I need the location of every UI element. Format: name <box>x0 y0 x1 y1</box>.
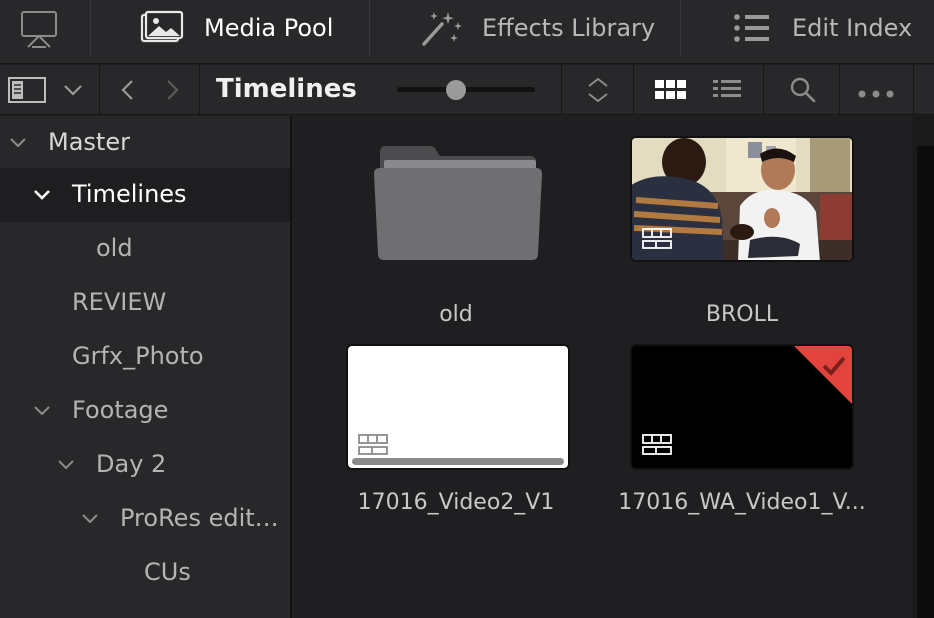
sidebar-item-label: Footage <box>72 396 169 424</box>
back-arrow-icon[interactable] <box>118 78 138 102</box>
clip-caption: BROLL <box>705 302 779 327</box>
search-icon <box>789 76 817 104</box>
clip-thumbnail[interactable] <box>630 344 854 470</box>
sidebar-item-footage[interactable]: Footage <box>0 384 290 438</box>
sidebar-item-label: Grfx_Photo <box>72 342 204 370</box>
chevron-down-icon[interactable] <box>30 183 54 207</box>
tab-label: Edit Index <box>792 14 913 42</box>
sidebar-item-label: Master <box>48 128 130 156</box>
folder-icon[interactable] <box>372 142 544 262</box>
clip-folder-old[interactable]: old <box>356 136 556 327</box>
media-pool-icon <box>138 10 184 46</box>
sidebar-item-day-2[interactable]: Day 2 <box>0 438 290 492</box>
clip-timeline-wa-video1[interactable]: 17016_WA_Video1_V... <box>618 342 866 522</box>
sidebar-item-label: old <box>96 234 133 262</box>
scrollbar-thumb[interactable] <box>917 146 934 618</box>
chevron-down-icon[interactable] <box>54 453 78 477</box>
sidebar-item-label: ProRes edit… <box>120 504 279 532</box>
sidebar-item-timelines[interactable]: Timelines <box>0 168 290 222</box>
clip-caption: 17016_Video2_V1 <box>357 490 555 515</box>
bin-list-toggle[interactable] <box>0 65 100 115</box>
tab-label: Media Pool <box>204 14 334 42</box>
sidebar-item-old[interactable]: old <box>0 222 290 276</box>
chevron-down-icon[interactable] <box>6 131 30 155</box>
timeline-icon <box>642 228 672 250</box>
more-dots-icon <box>857 84 895 98</box>
sidebar-item-cus[interactable]: CUs <box>0 546 290 600</box>
clip-progress-bar <box>352 458 564 465</box>
tab-label: Effects Library <box>482 14 656 42</box>
media-pool-grid: old BROLL 17016_Video2_V1 17016_WA_Video… <box>292 116 912 618</box>
workspace-toggle-icon[interactable] <box>16 9 62 49</box>
sidebar-item-grfx-photo[interactable]: Grfx_Photo <box>0 330 290 384</box>
view-mode-buttons <box>634 65 764 115</box>
clip-timeline-broll[interactable]: BROLL <box>628 136 858 327</box>
timeline-icon <box>642 434 672 456</box>
more-options-button[interactable] <box>840 65 914 115</box>
sidebar-item-label: REVIEW <box>72 288 167 316</box>
clip-timeline-video2[interactable]: 17016_Video2_V1 <box>344 342 574 522</box>
media-pool-toolbar: Timelines <box>0 65 934 115</box>
clip-thumbnail[interactable] <box>346 344 570 470</box>
chevron-down-icon[interactable] <box>78 507 102 531</box>
sidebar-panel-icon[interactable] <box>8 77 46 103</box>
sidebar-item-review[interactable]: REVIEW <box>0 276 290 330</box>
tab-edit-index[interactable]: Edit Index <box>732 0 912 56</box>
top-tab-bar: Media Pool Effects Library Edit Index <box>0 0 934 64</box>
tab-effects-library[interactable]: Effects Library <box>418 0 655 56</box>
list-view-icon[interactable] <box>712 78 742 102</box>
clip-caption: old <box>439 302 473 327</box>
sidebar-item-label: Timelines <box>72 180 187 208</box>
sort-arrows-icon <box>586 76 610 104</box>
chevron-down-icon[interactable] <box>30 399 54 423</box>
thumbnail-view-icon[interactable] <box>654 78 688 102</box>
sidebar-item-label: CUs <box>144 558 191 586</box>
forward-arrow-icon[interactable] <box>162 78 182 102</box>
tab-media-pool[interactable]: Media Pool <box>138 0 333 56</box>
scrollbar[interactable] <box>912 116 934 618</box>
sidebar-item-prores-edit[interactable]: ProRes edit… <box>0 492 290 546</box>
sort-button[interactable] <box>562 65 634 115</box>
navigation-buttons <box>100 65 200 115</box>
magic-wand-icon <box>418 8 464 48</box>
search-button[interactable] <box>764 65 840 115</box>
timeline-icon <box>358 434 388 456</box>
clip-caption: 17016_WA_Video1_V... <box>618 490 866 515</box>
flag-corner <box>794 346 852 404</box>
list-icon <box>732 12 772 44</box>
sidebar-item-label: Day 2 <box>96 450 167 478</box>
bin-tree-sidebar: Master Timelines old REVIEW Grfx_Photo F… <box>0 116 290 618</box>
sidebar-item-master[interactable]: Master <box>0 116 290 170</box>
clip-thumbnail[interactable] <box>630 136 854 262</box>
chevron-down-icon[interactable] <box>62 81 84 99</box>
